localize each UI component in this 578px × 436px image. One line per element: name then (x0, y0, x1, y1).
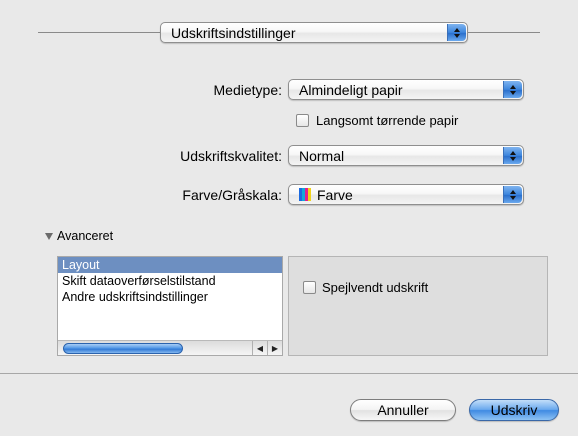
media-type-label: Medietype: (213, 82, 282, 98)
popup-arrows-icon (503, 147, 522, 164)
cancel-button[interactable]: Annuller (350, 399, 456, 421)
horizontal-scrollbar[interactable]: ◀ ▶ (58, 340, 282, 355)
color-grayscale-popup[interactable]: Farve (288, 184, 524, 205)
disclosure-triangle-icon[interactable] (45, 233, 53, 240)
mirror-print-label: Spejlvendt udskrift (322, 280, 429, 295)
list-item[interactable]: Layout (58, 257, 282, 273)
scroll-left-arrow-icon[interactable]: ◀ (252, 341, 267, 355)
print-quality-label: Udskriftskvalitet: (180, 148, 282, 164)
media-type-value: Almindeligt papir (299, 81, 403, 98)
color-bar (308, 188, 311, 201)
advanced-options-list[interactable]: Layout Skift dataoverførselstilstand Andre… (57, 256, 283, 356)
bottom-separator (0, 373, 578, 374)
list-item[interactable]: Andre udskriftsindstillinger (58, 289, 282, 305)
settings-panel-popup[interactable]: Udskriftsindstillinger (160, 22, 468, 43)
popup-arrows-icon (447, 24, 466, 41)
slow-drying-paper-label: Langsomt tørrende papir (316, 113, 459, 128)
print-quality-value: Normal (299, 147, 345, 164)
color-swatch-icon (299, 188, 311, 201)
popup-arrows-icon (503, 186, 522, 203)
print-quality-popup[interactable]: Normal (288, 145, 524, 166)
media-type-popup[interactable]: Almindeligt papir (288, 79, 524, 100)
print-button[interactable]: Udskriv (469, 399, 559, 421)
color-grayscale-label: Farve/Gråskala: (182, 187, 282, 203)
advanced-disclosure-label[interactable]: Avanceret (57, 229, 113, 243)
list-item[interactable]: Skift dataoverførselstilstand (58, 273, 282, 289)
slow-drying-paper-checkbox[interactable] (296, 114, 309, 127)
scrollbar-thumb[interactable] (63, 343, 183, 354)
header-rule-right (468, 32, 540, 33)
mirror-print-checkbox[interactable] (303, 281, 316, 294)
scroll-right-arrow-icon[interactable]: ▶ (267, 341, 282, 355)
color-grayscale-value: Farve (317, 186, 353, 203)
advanced-option-panel: Spejlvendt udskrift (288, 256, 548, 356)
settings-panel-popup-value: Udskriftsindstillinger (171, 24, 296, 41)
popup-arrows-icon (503, 81, 522, 98)
header-rule-left (38, 32, 160, 33)
